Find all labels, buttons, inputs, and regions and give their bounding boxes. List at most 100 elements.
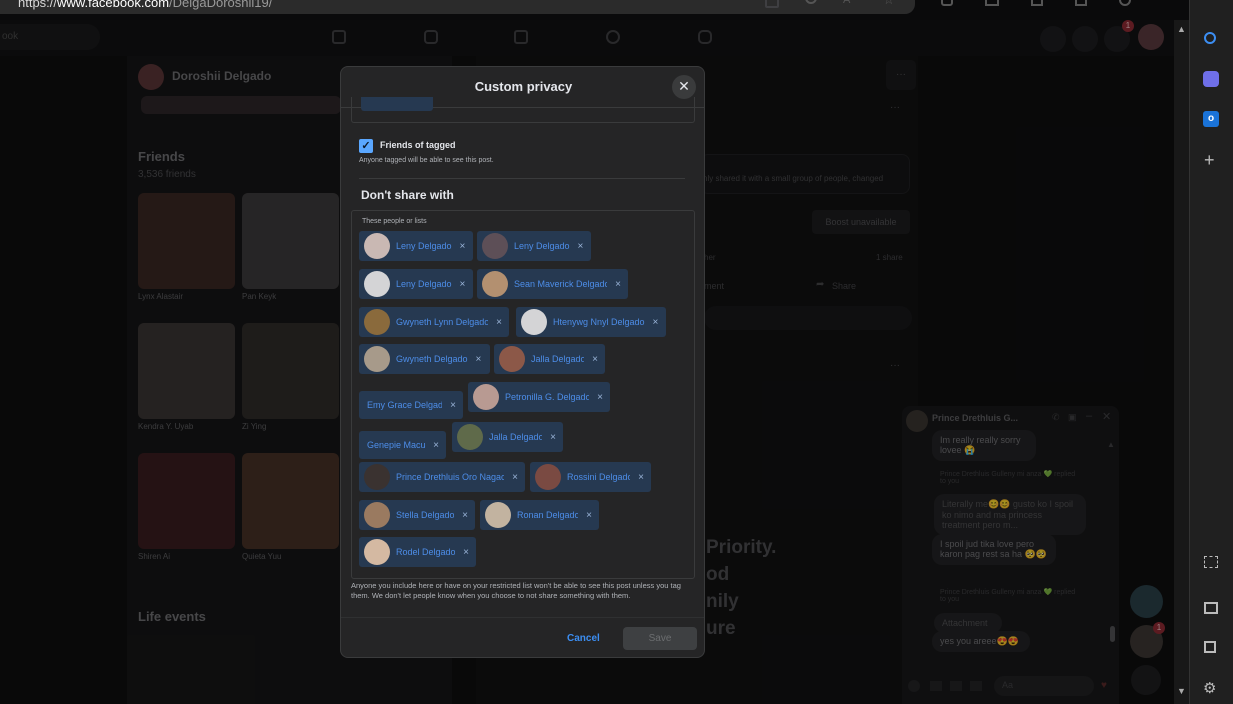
remove-icon[interactable]: × [460,279,466,290]
person-chip[interactable]: Leny Delgado × [359,231,473,261]
divider [341,617,704,618]
search-icon[interactable] [1204,32,1216,44]
cancel-button[interactable]: Cancel [567,633,600,644]
chip-name: Jalla Delgado [531,354,585,364]
custom-privacy-dialog: Custom privacy ✕ ✓ Friends of tagged Any… [340,66,705,658]
outlook-icon[interactable]: o [1203,111,1219,127]
page-scrollbar[interactable]: ▲ ▼ [1174,20,1189,704]
person-chip[interactable]: Htenywg Nnyl Delgado × [516,307,666,337]
remove-icon[interactable]: × [450,400,456,411]
person-chip[interactable]: Rodel Delgado × [359,537,476,567]
profile-icon[interactable] [1119,0,1131,6]
partial-chip [361,97,433,111]
person-chip[interactable]: Prince Drethluis Oro Nagac × [359,462,525,492]
remove-icon[interactable]: × [578,241,584,252]
avatar [499,346,525,372]
add-icon[interactable]: + [1204,150,1215,171]
chip-name: Gwyneth Lynn Delgado [396,317,489,327]
avatar [364,346,390,372]
avatar [482,271,508,297]
scroll-up-icon[interactable]: ▲ [1177,24,1186,34]
remove-icon[interactable]: × [463,547,469,558]
footer-note: Anyone you include here or have on your … [351,581,681,600]
avatar [364,271,390,297]
favorites-bar-icon[interactable] [1031,0,1043,6]
person-chip[interactable]: Leny Delgado × [477,231,591,261]
favorite-icon[interactable]: ☆ [883,0,895,8]
browser-sidebar: o + ⚙ [1189,0,1233,704]
share-with-box [351,97,695,123]
remove-icon[interactable]: × [638,472,644,483]
settings-icon[interactable]: ⚙ [1203,679,1216,697]
chip-name: Petronilla G. Delgado [505,392,590,402]
remove-icon[interactable]: × [476,354,482,365]
save-button[interactable]: Save [623,627,697,650]
chip-name: Sean Maverick Delgado [514,279,608,289]
remove-icon[interactable]: × [462,510,468,521]
chip-name: Genepie Macua [367,440,426,450]
avatar [364,309,390,335]
friends-of-tagged-desc: Anyone tagged will be able to see this p… [359,157,494,164]
chip-name: Stella Delgado [396,510,455,520]
collections-icon[interactable] [1075,0,1087,6]
avatar [521,309,547,335]
person-chip[interactable]: Jalla Delgado × [494,344,605,374]
person-chip[interactable]: Rossini Delgado × [530,462,651,492]
avatar [364,464,390,490]
remove-icon[interactable]: × [496,317,502,328]
person-chip[interactable]: Emy Grace Delgado × [359,391,463,419]
remove-icon[interactable]: × [512,472,518,483]
extensions-icon[interactable] [941,0,953,6]
avatar [364,539,390,565]
chip-name: Jalla Delgado [489,432,543,442]
close-button[interactable]: ✕ [672,75,696,99]
chip-name: Leny Delgado [396,241,452,251]
remove-icon[interactable]: × [592,354,598,365]
person-chip[interactable]: Ronan Delgado × [480,500,599,530]
person-chip[interactable]: Leny Delgado × [359,269,473,299]
remove-icon[interactable]: × [433,440,439,451]
url-domain: www.facebook.com [57,0,170,10]
close-icon: ✕ [678,78,690,94]
remove-icon[interactable]: × [460,241,466,252]
avatar [473,384,499,410]
person-chip[interactable]: Gwyneth Lynn Delgado × [359,307,509,337]
avatar [364,502,390,528]
remove-icon[interactable]: × [653,317,659,328]
url-path: /DelgaDoroshii19/ [169,0,273,10]
person-chip[interactable]: Gwyneth Delgado × [359,344,490,374]
copilot-icon[interactable] [1203,71,1219,87]
chip-name: Emy Grace Delgado [367,400,443,410]
person-chip[interactable]: Petronilla G. Delgado × [468,382,610,412]
person-chip[interactable]: Stella Delgado × [359,500,475,530]
remove-icon[interactable]: × [615,279,621,290]
avatar [364,233,390,259]
avatar [457,424,483,450]
friends-of-tagged-checkbox[interactable]: ✓ [359,139,373,153]
bookmark-icon[interactable] [765,0,779,8]
url-prefix: https:// [18,0,58,10]
split-screen-icon[interactable] [985,0,999,6]
avatar [482,233,508,259]
person-chip[interactable]: Genepie Macua × [359,431,446,459]
sidebar-toggle-icon[interactable] [1204,602,1218,614]
read-aloud-icon[interactable]: A [843,0,850,6]
person-chip[interactable]: Sean Maverick Delgado × [477,269,628,299]
scroll-down-icon[interactable]: ▼ [1177,686,1186,696]
avatar [535,464,561,490]
friends-of-tagged-label[interactable]: Friends of tagged [380,140,456,150]
browser-toolbar: A ☆ [765,0,1189,20]
screenshot-icon[interactable] [1204,556,1218,568]
remove-icon[interactable]: × [586,510,592,521]
excluded-people-box[interactable]: These people or lists Leny Delgado × Leny… [351,210,695,579]
avatar [485,502,511,528]
list-label: These people or lists [362,218,427,225]
remove-icon[interactable]: × [597,392,603,403]
chip-name: Htenywg Nnyl Delgado [553,317,645,327]
chip-name: Ronan Delgado [517,510,579,520]
person-chip[interactable]: Jalla Delgado × [452,422,563,452]
open-external-icon[interactable] [1204,641,1216,653]
chip-name: Leny Delgado [514,241,570,251]
remove-icon[interactable]: × [550,432,556,443]
chip-name: Gwyneth Delgado [396,354,468,364]
